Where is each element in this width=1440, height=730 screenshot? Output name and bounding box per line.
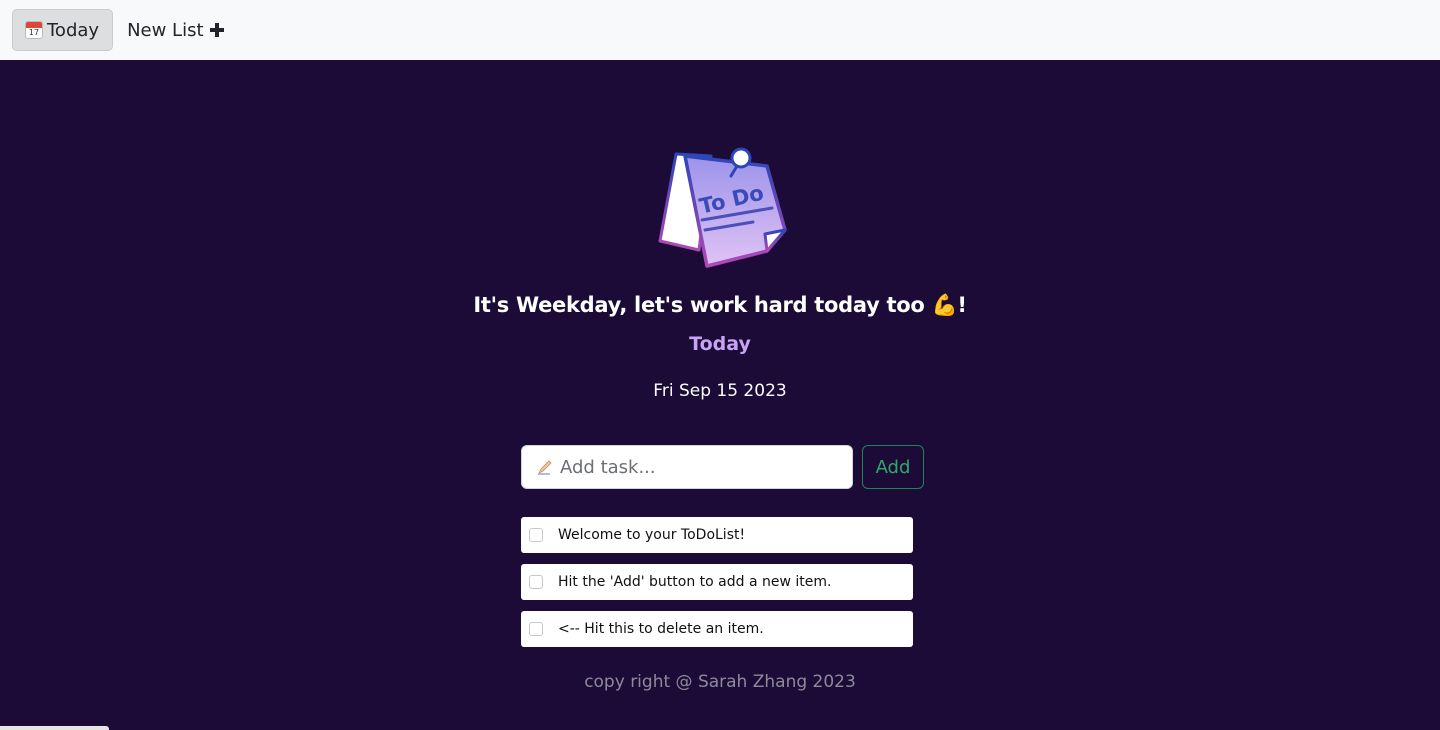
todo-list: Welcome to your ToDoList! Hit the 'Add' … bbox=[521, 517, 913, 658]
add-button[interactable]: Add bbox=[862, 445, 924, 489]
copyright-footer: copy right @ Sarah Zhang 2023 bbox=[584, 672, 856, 692]
todo-text: Hit the 'Add' button to add a new item. bbox=[558, 574, 832, 590]
pencil-icon bbox=[538, 460, 552, 475]
todo-checkbox[interactable] bbox=[529, 575, 543, 589]
todo-note-icon: To Do bbox=[658, 147, 787, 268]
greeting-headline: It's Weekday, let's work hard today too … bbox=[473, 293, 967, 317]
todo-text: Welcome to your ToDoList! bbox=[558, 527, 746, 543]
top-navbar: 17 Today New List bbox=[0, 0, 1440, 60]
list-title: Today bbox=[689, 333, 751, 355]
new-list-label: New List bbox=[127, 19, 204, 41]
todo-checkbox[interactable] bbox=[529, 528, 543, 542]
add-task-form: Add task... Add bbox=[521, 445, 925, 489]
calendar-icon: 17 bbox=[25, 21, 43, 39]
nav-today-label: Today bbox=[47, 19, 100, 41]
todo-checkbox[interactable] bbox=[529, 622, 543, 636]
list-item: Hit the 'Add' button to add a new item. bbox=[521, 564, 913, 600]
corner-tab bbox=[0, 726, 109, 730]
plus-icon bbox=[209, 23, 224, 37]
add-task-input[interactable]: Add task... bbox=[521, 445, 853, 489]
todo-text: <-- Hit this to delete an item. bbox=[558, 621, 764, 637]
new-list-button[interactable]: New List bbox=[113, 9, 237, 51]
list-item: <-- Hit this to delete an item. bbox=[521, 611, 913, 647]
main-content: To Do It's Weekday, let's work hard toda… bbox=[0, 60, 1440, 730]
nav-today-button[interactable]: 17 Today bbox=[12, 9, 114, 51]
current-date: Fri Sep 15 2023 bbox=[653, 381, 787, 401]
list-item: Welcome to your ToDoList! bbox=[521, 517, 913, 553]
add-task-placeholder: Add task... bbox=[560, 456, 656, 478]
